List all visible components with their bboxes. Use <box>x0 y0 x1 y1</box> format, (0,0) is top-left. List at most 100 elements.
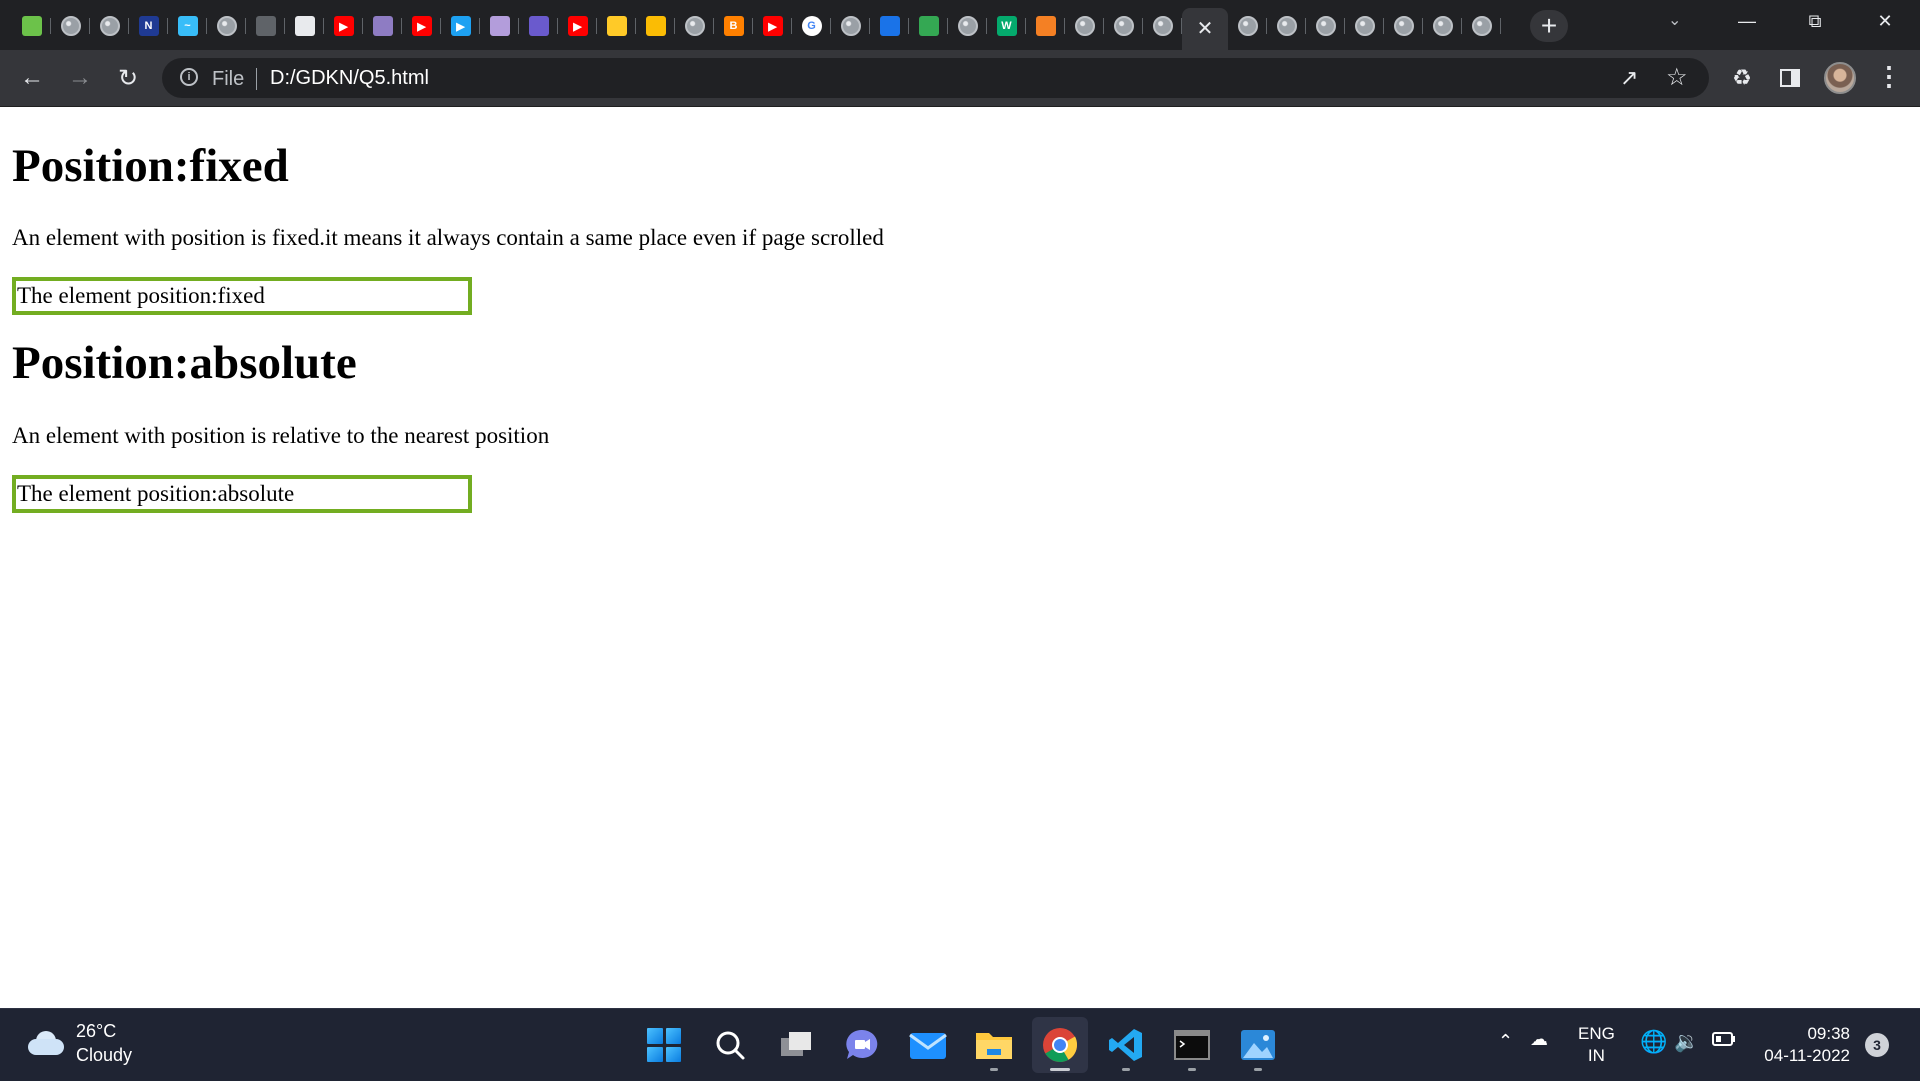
meet-icon <box>528 16 549 36</box>
show-hidden-icons-chevron-icon[interactable]: ⌃ <box>1498 1031 1513 1052</box>
browser-tab[interactable] <box>519 8 558 44</box>
browser-tab[interactable] <box>480 8 519 44</box>
browser-tab[interactable] <box>831 8 870 44</box>
globe-icon <box>684 16 705 36</box>
cloudy-weather-icon[interactable] <box>28 1031 68 1055</box>
browser-tab[interactable]: G <box>792 8 831 44</box>
forward-button[interactable]: → <box>64 62 96 94</box>
gemini-icon <box>645 16 666 36</box>
browser-tab[interactable] <box>1462 8 1501 44</box>
browser-tab[interactable] <box>285 8 324 44</box>
terminal-button[interactable] <box>1164 1017 1220 1073</box>
browser-tab[interactable] <box>1306 8 1345 44</box>
browser-tab[interactable] <box>90 8 129 44</box>
network-globe-icon[interactable]: 🌐 <box>1640 1029 1667 1055</box>
battery-icon[interactable] <box>1712 1031 1736 1052</box>
browser-tab[interactable] <box>675 8 714 44</box>
active-browser-tab[interactable]: ✕ <box>1182 8 1228 50</box>
browser-tab[interactable] <box>1143 8 1182 44</box>
volume-icon[interactable]: 🔉 <box>1674 1029 1699 1054</box>
language-indicator[interactable]: ENG IN <box>1578 1023 1615 1067</box>
weather-temperature[interactable]: 26°C <box>76 1021 116 1042</box>
chrome-button[interactable] <box>1032 1017 1088 1073</box>
tab-close-icon[interactable]: ✕ <box>1197 19 1214 39</box>
browser-tab[interactable] <box>363 8 402 44</box>
browser-tab[interactable]: ▶ <box>558 8 597 44</box>
browser-tab[interactable] <box>12 8 51 44</box>
language-region: IN <box>1587 1046 1605 1065</box>
browser-tab[interactable] <box>1423 8 1462 44</box>
browser-tab[interactable] <box>1065 8 1104 44</box>
fixed-element-box: The element position:fixed <box>12 277 472 315</box>
browser-tab[interactable] <box>1228 8 1267 44</box>
side-panel-icon[interactable] <box>1774 62 1806 94</box>
browser-tab[interactable]: N <box>129 8 168 44</box>
weather-condition[interactable]: Cloudy <box>76 1045 132 1066</box>
nodejs-icon <box>21 16 42 36</box>
tab-strip: N ~ ▶ ▶ ▶ ▶ B ▶ G W ✕ + ⌄ — ⧉ ✕ <box>0 0 1920 50</box>
browser-tab[interactable] <box>246 8 285 44</box>
browser-tab[interactable] <box>636 8 675 44</box>
address-bar[interactable]: i File D:/GDKN/Q5.html ↗ ☆ <box>162 58 1709 98</box>
browser-tab[interactable] <box>1384 8 1423 44</box>
url-text[interactable]: D:/GDKN/Q5.html <box>270 67 429 90</box>
globe-icon <box>99 16 120 36</box>
mail-button[interactable] <box>900 1017 956 1073</box>
restore-icon[interactable]: ⧉ <box>1786 0 1844 42</box>
browser-tab[interactable] <box>1026 8 1065 44</box>
share-icon[interactable]: ↗ <box>1620 65 1638 91</box>
browser-tab[interactable]: ▶ <box>441 8 480 44</box>
reload-button[interactable]: ↻ <box>112 62 144 94</box>
book-icon <box>255 16 276 36</box>
menu-icon[interactable]: ⋮ <box>1876 62 1902 90</box>
teams-chat-button[interactable] <box>834 1017 890 1073</box>
window-close-icon[interactable]: ✕ <box>1856 0 1914 42</box>
youtube-icon: ▶ <box>411 16 432 36</box>
new-tab-button[interactable]: + <box>1530 10 1568 42</box>
browser-tab[interactable] <box>1345 8 1384 44</box>
globe-icon <box>1432 16 1453 36</box>
globe-icon <box>1471 16 1492 36</box>
task-view-button[interactable] <box>768 1017 824 1073</box>
browser-tab[interactable] <box>51 8 90 44</box>
browser-tab[interactable]: W <box>987 8 1026 44</box>
search-button[interactable] <box>702 1017 758 1073</box>
photos-button[interactable] <box>1230 1017 1286 1073</box>
description-fixed: An element with position is fixed.it mea… <box>12 225 884 250</box>
browser-tab[interactable] <box>207 8 246 44</box>
browser-tab[interactable] <box>909 8 948 44</box>
youtube-icon: ▶ <box>567 16 588 36</box>
profile-avatar[interactable] <box>1824 62 1856 94</box>
bookmark-star-icon[interactable]: ☆ <box>1666 63 1688 92</box>
globe-icon <box>60 16 81 36</box>
browser-tab[interactable] <box>948 8 987 44</box>
extensions-icon[interactable]: ♻ <box>1726 62 1758 94</box>
globe-icon <box>1393 16 1414 36</box>
globe-icon <box>840 16 861 36</box>
browser-tab[interactable] <box>1267 8 1306 44</box>
site-info-icon[interactable]: i <box>180 68 198 86</box>
orb-icon <box>489 16 510 36</box>
firebase-icon <box>606 16 627 36</box>
minimize-icon[interactable]: — <box>1718 0 1776 42</box>
tab-search-icon[interactable]: ⌄ <box>1668 10 1681 30</box>
browser-tab[interactable]: ▶ <box>324 8 363 44</box>
mail-icon <box>909 1033 947 1059</box>
browser-tab[interactable] <box>1104 8 1143 44</box>
contacts-icon <box>879 16 900 36</box>
notification-badge[interactable]: 3 <box>1865 1033 1889 1057</box>
back-button[interactable]: ← <box>16 62 48 94</box>
vscode-button[interactable] <box>1098 1017 1154 1073</box>
browser-tab[interactable]: B <box>714 8 753 44</box>
onedrive-cloud-icon[interactable]: ☁ <box>1530 1029 1548 1050</box>
file-explorer-button[interactable] <box>966 1017 1022 1073</box>
browser-tab[interactable]: ~ <box>168 8 207 44</box>
browser-tab[interactable] <box>870 8 909 44</box>
start-button[interactable] <box>636 1017 692 1073</box>
github-copilot-icon <box>372 16 393 36</box>
browser-tab[interactable]: ▶ <box>402 8 441 44</box>
browser-tab[interactable] <box>597 8 636 44</box>
globe-icon <box>1152 16 1173 36</box>
system-clock[interactable]: 09:38 04-11-2022 <box>1760 1023 1850 1067</box>
browser-tab[interactable]: ▶ <box>753 8 792 44</box>
